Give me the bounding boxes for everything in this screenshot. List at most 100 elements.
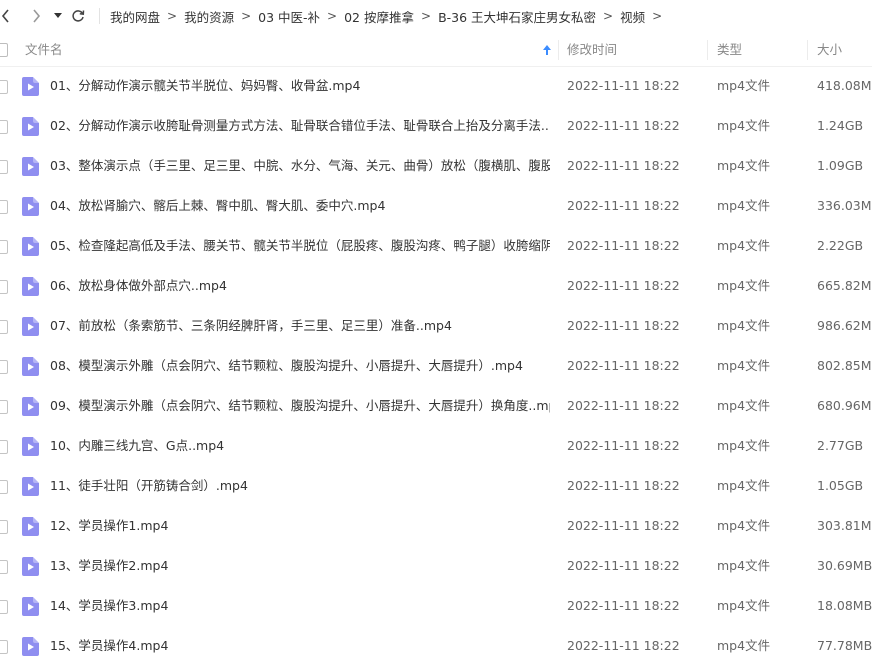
row-checkbox[interactable] — [0, 520, 8, 534]
row-checkbox[interactable] — [0, 80, 8, 94]
file-size: 1.24GB — [817, 118, 864, 133]
file-row[interactable]: 07、前放松（条索筋节、三条阴经脾肝肾，手三里、足三里）准备..mp4 2022-… — [0, 306, 872, 346]
file-row[interactable]: 08、模型演示外雕（点会阴穴、结节颗粒、腹股沟提升、小唇提升、大唇提升）.mp4… — [0, 346, 872, 386]
file-name[interactable]: 02、分解动作演示收胯耻骨测量方式方法、耻骨联合错位手法、耻骨联合上抬及分离手法… — [50, 106, 550, 146]
file-row[interactable]: 13、学员操作2.mp4 2022-11-11 18:22 mp4文件 30.69MB — [0, 546, 872, 586]
video-file-icon — [22, 317, 39, 336]
file-type: mp4文件 — [717, 118, 771, 133]
nav-divider — [99, 8, 100, 24]
file-row[interactable]: 02、分解动作演示收胯耻骨测量方式方法、耻骨联合错位手法、耻骨联合上抬及分离手法… — [0, 106, 872, 146]
file-modified-time: 2022-11-11 18:22 — [567, 358, 680, 373]
file-row[interactable]: 03、整体演示点（手三里、足三里、中脘、水分、气海、关元、曲骨）放松（腹横肌、腹… — [0, 146, 872, 186]
back-button[interactable] — [0, 6, 14, 26]
file-name[interactable]: 12、学员操作1.mp4 — [50, 506, 550, 546]
file-size: 802.85MB — [817, 358, 872, 373]
file-name[interactable]: 05、检查隆起高低及手法、腰关节、髋关节半脱位（屁股疼、腹股沟疼、鸭子腿）收胯缩… — [50, 226, 550, 266]
file-name[interactable]: 08、模型演示外雕（点会阴穴、结节颗粒、腹股沟提升、小唇提升、大唇提升）.mp4 — [50, 346, 550, 386]
file-size: 336.03MB — [817, 198, 872, 213]
forward-button[interactable] — [28, 6, 44, 26]
file-modified-time: 2022-11-11 18:22 — [567, 78, 680, 93]
row-checkbox[interactable] — [0, 440, 8, 454]
row-checkbox[interactable] — [0, 640, 8, 654]
file-type: mp4文件 — [717, 78, 771, 93]
column-divider[interactable] — [707, 40, 708, 60]
file-row[interactable]: 06、放松身体做外部点穴..mp4 2022-11-11 18:22 mp4文件 66… — [0, 266, 872, 306]
breadcrumb-item-tcm[interactable]: 03 中医-补 — [258, 7, 320, 26]
file-modified-time: 2022-11-11 18:22 — [567, 478, 680, 493]
row-checkbox[interactable] — [0, 240, 8, 254]
file-name[interactable]: 03、整体演示点（手三里、足三里、中脘、水分、气海、关元、曲骨）放松（腹横肌、腹… — [50, 146, 550, 186]
file-row[interactable]: 14、学员操作3.mp4 2022-11-11 18:22 mp4文件 18.08MB — [0, 586, 872, 626]
breadcrumb-separator: > — [167, 9, 178, 23]
breadcrumb: 我的网盘 > 我的资源 > 03 中医-补 > 02 按摩推拿 > B-36 王… — [110, 0, 669, 32]
sort-ascending-icon[interactable] — [542, 44, 552, 56]
row-checkbox[interactable] — [0, 200, 8, 214]
breadcrumb-separator: > — [603, 9, 614, 23]
column-header-size[interactable]: 大小 — [817, 34, 842, 66]
breadcrumb-item-videos[interactable]: 视频 — [620, 7, 645, 26]
row-checkbox[interactable] — [0, 400, 8, 414]
breadcrumb-item-course[interactable]: B-36 王大坤石家庄男女私密 — [438, 7, 596, 26]
chevron-left-icon — [1, 9, 9, 23]
row-checkbox[interactable] — [0, 280, 8, 294]
file-row[interactable]: 11、徒手壮阳（开筋铸合剑）.mp4 2022-11-11 18:22 mp4文件 1… — [0, 466, 872, 506]
file-modified-time: 2022-11-11 18:22 — [567, 318, 680, 333]
file-size: 77.78MB — [817, 638, 872, 653]
file-row[interactable]: 09、模型演示外雕（点会阴穴、结节颗粒、腹股沟提升、小唇提升、大唇提升）换角度.… — [0, 386, 872, 426]
file-row[interactable]: 12、学员操作1.mp4 2022-11-11 18:22 mp4文件 303.81M… — [0, 506, 872, 546]
video-file-icon — [22, 157, 39, 176]
file-list: 01、分解动作演示髋关节半脱位、妈妈臀、收骨盆.mp4 2022-11-11 18… — [0, 66, 872, 666]
row-checkbox[interactable] — [0, 480, 8, 494]
refresh-button[interactable] — [70, 6, 86, 26]
file-name[interactable]: 13、学员操作2.mp4 — [50, 546, 550, 586]
navigation-bar: 我的网盘 > 我的资源 > 03 中医-补 > 02 按摩推拿 > B-36 王… — [0, 0, 872, 32]
row-checkbox[interactable] — [0, 120, 8, 134]
file-row[interactable]: 04、放松肾腧穴、髂后上棘、臀中肌、臀大肌、委中穴.mp4 2022-11-11 … — [0, 186, 872, 226]
file-row[interactable]: 01、分解动作演示髋关节半脱位、妈妈臀、收骨盆.mp4 2022-11-11 18… — [0, 66, 872, 106]
file-list-header: 文件名 修改时间 类型 大小 — [0, 34, 872, 67]
video-file-icon — [22, 437, 39, 456]
file-type: mp4文件 — [717, 278, 771, 293]
file-name[interactable]: 10、内雕三线九宫、G点..mp4 — [50, 426, 550, 466]
breadcrumb-separator: > — [421, 9, 432, 23]
file-row[interactable]: 05、检查隆起高低及手法、腰关节、髋关节半脱位（屁股疼、腹股沟疼、鸭子腿）收胯缩… — [0, 226, 872, 266]
row-checkbox[interactable] — [0, 160, 8, 174]
row-checkbox[interactable] — [0, 560, 8, 574]
column-header-name[interactable]: 文件名 — [25, 34, 63, 66]
file-type: mp4文件 — [717, 358, 771, 373]
file-name[interactable]: 04、放松肾腧穴、髂后上棘、臀中肌、臀大肌、委中穴.mp4 — [50, 186, 550, 226]
history-dropdown-button[interactable] — [52, 6, 64, 26]
file-modified-time: 2022-11-11 18:22 — [567, 198, 680, 213]
file-type: mp4文件 — [717, 318, 771, 333]
file-name[interactable]: 01、分解动作演示髋关节半脱位、妈妈臀、收骨盆.mp4 — [50, 66, 550, 106]
column-divider[interactable] — [558, 40, 559, 60]
video-file-icon — [22, 517, 39, 536]
file-name[interactable]: 07、前放松（条索筋节、三条阴经脾肝肾，手三里、足三里）准备..mp4 — [50, 306, 550, 346]
file-name[interactable]: 15、学员操作4.mp4 — [50, 626, 550, 666]
file-modified-time: 2022-11-11 18:22 — [567, 278, 680, 293]
caret-down-icon — [54, 13, 62, 18]
row-checkbox[interactable] — [0, 320, 8, 334]
breadcrumb-item-massage[interactable]: 02 按摩推拿 — [344, 7, 414, 26]
file-name[interactable]: 09、模型演示外雕（点会阴穴、结节颗粒、腹股沟提升、小唇提升、大唇提升）换角度.… — [50, 386, 550, 426]
file-type: mp4文件 — [717, 478, 771, 493]
video-file-icon — [22, 357, 39, 376]
file-type: mp4文件 — [717, 518, 771, 533]
video-file-icon — [22, 77, 39, 96]
row-checkbox[interactable] — [0, 360, 8, 374]
column-header-type[interactable]: 类型 — [717, 34, 742, 66]
file-row[interactable]: 15、学员操作4.mp4 2022-11-11 18:22 mp4文件 77.78MB — [0, 626, 872, 666]
column-header-modified-time[interactable]: 修改时间 — [567, 34, 617, 66]
select-all-checkbox[interactable] — [0, 43, 8, 57]
file-row[interactable]: 10、内雕三线九宫、G点..mp4 2022-11-11 18:22 mp4文件 2.… — [0, 426, 872, 466]
breadcrumb-item-my-drive[interactable]: 我的网盘 — [110, 7, 160, 26]
file-size: 986.62MB — [817, 318, 872, 333]
column-divider[interactable] — [807, 40, 808, 60]
row-checkbox[interactable] — [0, 600, 8, 614]
file-modified-time: 2022-11-11 18:22 — [567, 598, 680, 613]
file-name[interactable]: 11、徒手壮阳（开筋铸合剑）.mp4 — [50, 466, 550, 506]
file-name[interactable]: 14、学员操作3.mp4 — [50, 586, 550, 626]
file-size: 1.09GB — [817, 158, 864, 173]
file-name[interactable]: 06、放松身体做外部点穴..mp4 — [50, 266, 550, 306]
breadcrumb-item-my-resources[interactable]: 我的资源 — [184, 7, 234, 26]
